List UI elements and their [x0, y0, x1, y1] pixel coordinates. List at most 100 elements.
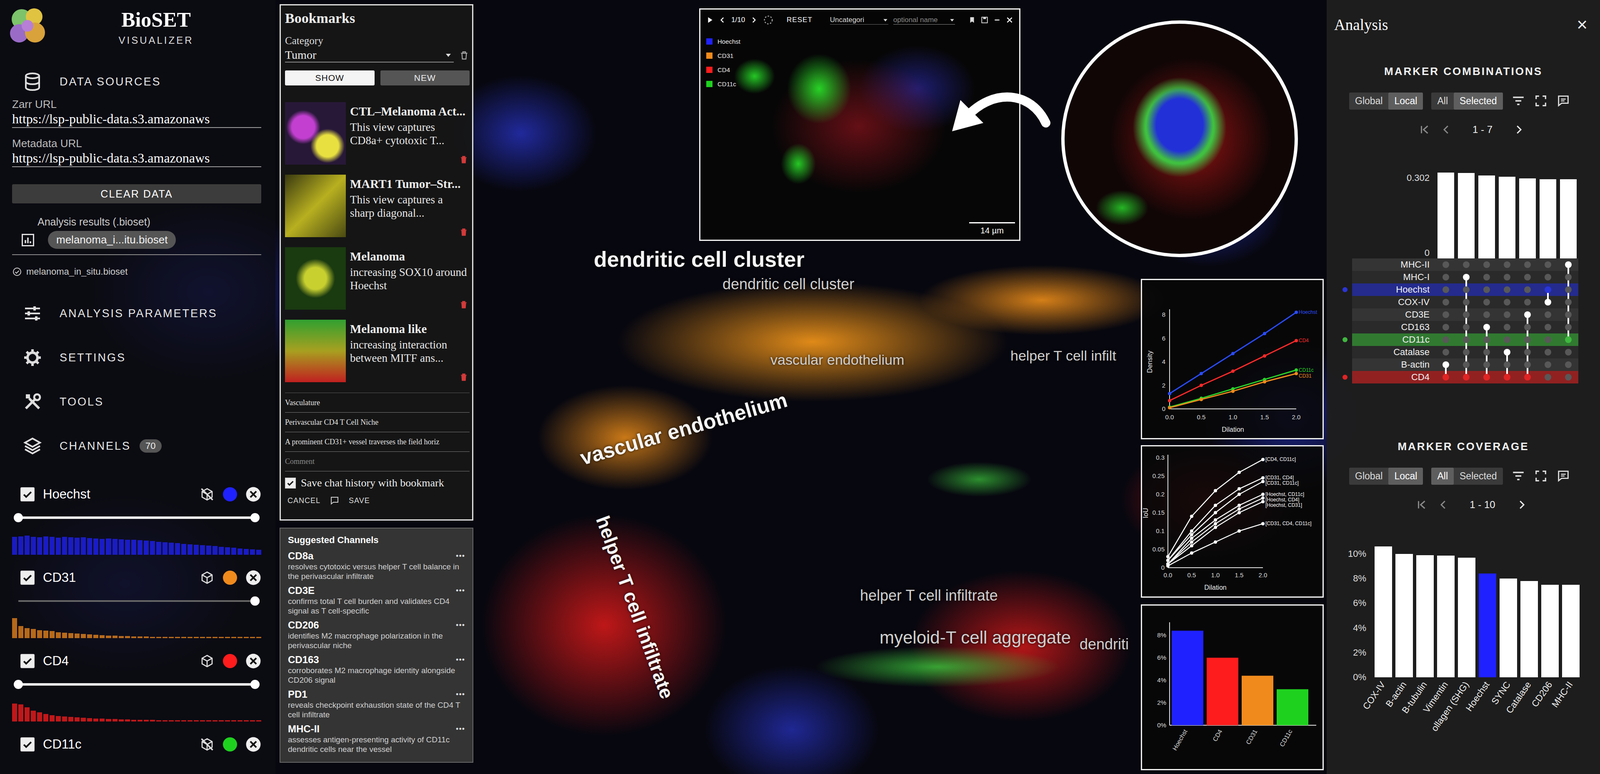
category-select[interactable]: Tumor: [285, 48, 454, 63]
bookmark-item[interactable]: Melanoma increasing SOX10 around Hoechst: [285, 247, 470, 310]
coverage-bar[interactable]: B-tubulin: [1416, 539, 1434, 750]
scope-option[interactable]: Local: [1388, 92, 1423, 110]
cube-icon[interactable]: [199, 570, 215, 585]
marker-row[interactable]: Catalase: [1326, 345, 1600, 359]
url-field[interactable]: Metadata URL https://lsp-public-data.s3.…: [12, 137, 262, 168]
coverage-bar[interactable]: Hoechst: [1478, 539, 1497, 750]
results-chip[interactable]: melanoma_i...itu.bioset: [47, 230, 176, 249]
bookmark-field[interactable]: Comment: [285, 451, 470, 472]
minimize-icon[interactable]: [993, 16, 1001, 24]
combination-bar[interactable]: [1560, 179, 1577, 259]
marker-row[interactable]: Hoechst: [1326, 283, 1600, 296]
coverage-bar[interactable]: Catalase: [1520, 539, 1538, 750]
chat-icon[interactable]: [329, 495, 340, 506]
suggested-channel[interactable]: CD3E ••• confirms total T cell burden an…: [287, 584, 465, 616]
more-menu[interactable]: •••: [455, 690, 465, 699]
expand-icon[interactable]: [1533, 93, 1548, 108]
intensity-slider[interactable]: [18, 509, 255, 526]
next-icon[interactable]: [750, 16, 758, 24]
remove-channel-icon[interactable]: [245, 569, 262, 586]
combination-bar[interactable]: [1437, 172, 1455, 259]
channel-checkbox[interactable]: [20, 487, 35, 502]
more-menu[interactable]: •••: [455, 551, 465, 561]
first-page-icon[interactable]: [1415, 498, 1428, 511]
channel-color-swatch[interactable]: [222, 570, 238, 585]
coverage-bar[interactable]: MHC-II: [1562, 539, 1580, 750]
comment-icon[interactable]: [1556, 93, 1571, 108]
remove-channel-icon[interactable]: [245, 486, 262, 503]
slider-handle[interactable]: [250, 679, 260, 689]
remove-channel-icon[interactable]: [245, 736, 262, 753]
combination-bar[interactable]: [1539, 179, 1557, 259]
channel-color-swatch[interactable]: [222, 653, 238, 668]
url-field[interactable]: Zarr URL https://lsp-public-data.s3.amaz…: [12, 97, 262, 128]
play-icon[interactable]: [706, 16, 714, 24]
save-button[interactable]: SAVE: [348, 496, 370, 505]
marker-row[interactable]: B-actin: [1326, 358, 1600, 371]
comment-icon[interactable]: [1556, 468, 1571, 483]
combination-bar[interactable]: [1457, 172, 1475, 259]
viewport[interactable]: dendritic cell clusterdendritic cell clu…: [275, 0, 1327, 774]
suggested-channel[interactable]: CD163 ••• corroborates M2 macrophage ide…: [287, 653, 465, 685]
filter-icon[interactable]: [1511, 93, 1526, 108]
cube-off-icon[interactable]: [199, 736, 215, 752]
combination-bar[interactable]: [1519, 178, 1536, 259]
scope-option[interactable]: Local: [1388, 467, 1423, 485]
filter-icon[interactable]: [1511, 468, 1526, 483]
data-sources-heading[interactable]: DATA SOURCES: [12, 71, 262, 92]
slider-handle[interactable]: [250, 512, 260, 523]
cube-icon[interactable]: [199, 653, 215, 669]
bookmark-icon[interactable]: [968, 16, 976, 24]
save-chat-option[interactable]: Save chat history with bookmark: [285, 474, 470, 492]
combination-bar[interactable]: [1478, 175, 1495, 259]
marker-row[interactable]: MHC-I: [1326, 270, 1600, 284]
trash-icon[interactable]: [458, 299, 469, 310]
marker-row[interactable]: CD11c: [1326, 333, 1600, 346]
trash-icon[interactable]: [458, 372, 469, 383]
channel-color-swatch[interactable]: [222, 487, 238, 502]
reset-button[interactable]: RESET: [786, 15, 813, 25]
bookmark-item[interactable]: MART1 Tumor–Str... This view captures a …: [285, 174, 470, 238]
mode-button[interactable]: SHOW: [285, 70, 375, 86]
save-icon[interactable]: [980, 16, 989, 24]
suggested-channel[interactable]: CD8a ••• resolves cytotoxic versus helpe…: [287, 550, 465, 581]
slider-handle[interactable]: [250, 596, 260, 606]
coverage-bar[interactable]: SYNC: [1499, 539, 1518, 750]
marker-row[interactable]: CD3E: [1326, 308, 1600, 321]
channel-checkbox[interactable]: [20, 737, 35, 752]
intensity-slider[interactable]: [18, 675, 255, 693]
filter-option[interactable]: Selected: [1453, 92, 1503, 110]
previous-page-icon[interactable]: [1440, 123, 1453, 136]
trash-icon[interactable]: [458, 50, 470, 61]
combination-bar[interactable]: [1498, 176, 1516, 259]
nav-item[interactable]: TOOLS: [12, 379, 262, 424]
snapshot-image[interactable]: Hoechst CD31 CD4 CD11c 14 µm: [700, 30, 1020, 240]
remove-channel-icon[interactable]: [245, 652, 262, 669]
save-chat-checkbox[interactable]: [285, 477, 296, 489]
filter-option[interactable]: All: [1431, 467, 1454, 485]
bookmark-field[interactable]: A prominent CD31+ vessel traverses the f…: [285, 432, 470, 452]
cube-off-icon[interactable]: [199, 486, 215, 502]
cancel-button[interactable]: CANCEL: [287, 496, 321, 505]
more-menu[interactable]: •••: [455, 586, 465, 595]
snapshot-name-input[interactable]: optional name: [893, 15, 955, 25]
trash-icon[interactable]: [458, 227, 469, 238]
next-page-icon[interactable]: [1515, 498, 1528, 511]
channel-checkbox[interactable]: [20, 570, 35, 585]
first-page-icon[interactable]: [1418, 123, 1431, 136]
intensity-slider[interactable]: [18, 592, 255, 610]
nav-item[interactable]: CHANNELS 70: [12, 423, 262, 468]
marker-row[interactable]: COX-IV: [1326, 295, 1600, 309]
mode-button[interactable]: NEW: [380, 70, 470, 86]
expand-icon[interactable]: [1533, 468, 1548, 483]
category-select[interactable]: Uncategori: [830, 15, 889, 25]
suggested-channel[interactable]: PD1 ••• reveals checkpoint exhaustion st…: [287, 688, 465, 720]
suggested-channel[interactable]: MHC-II ••• assesses antigen-presenting a…: [287, 722, 465, 754]
coverage-bar[interactable]: B-actin: [1395, 539, 1413, 750]
slider-handle[interactable]: [13, 679, 23, 689]
bookmark-item[interactable]: CTL–Melanoma Act... This view captures C…: [285, 102, 470, 165]
bookmark-field[interactable]: Vasculature: [285, 392, 470, 413]
suggested-channel[interactable]: CD206 ••• identifies M2 macrophage polar…: [287, 619, 465, 650]
close-icon[interactable]: [1005, 16, 1014, 24]
next-page-icon[interactable]: [1512, 123, 1525, 136]
